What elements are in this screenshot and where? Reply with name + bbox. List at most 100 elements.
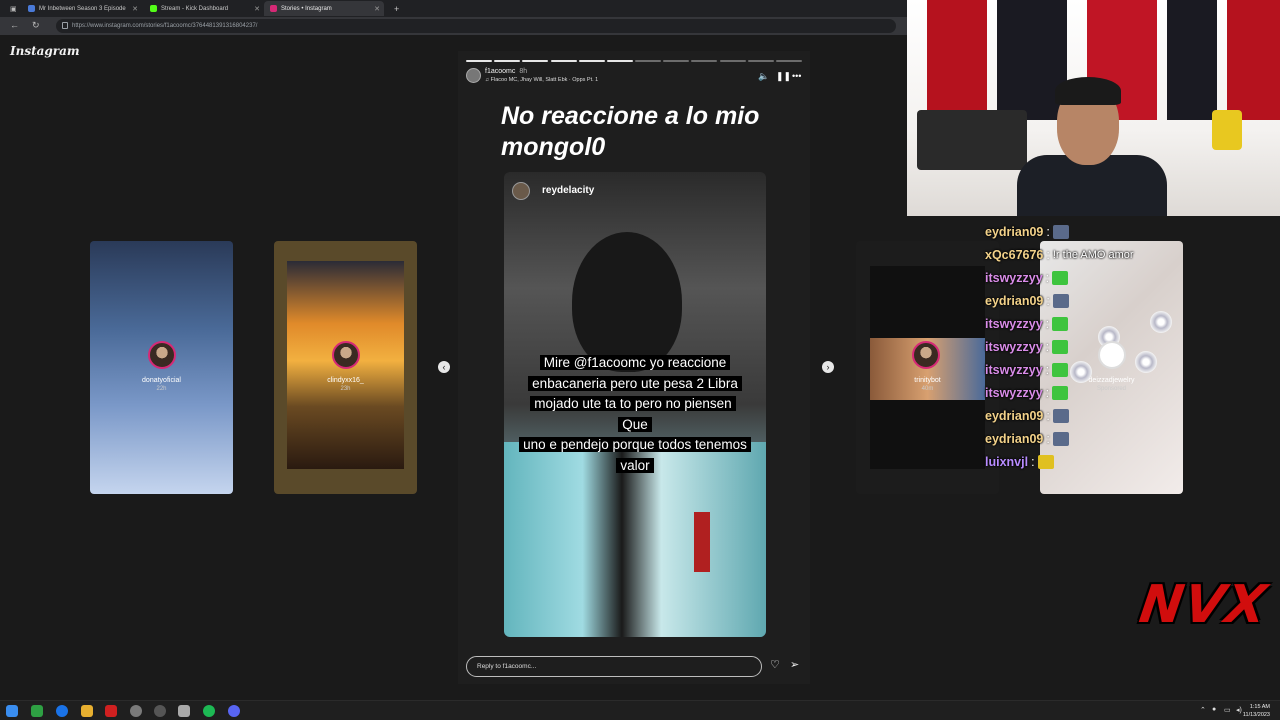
side-story-card[interactable]: clindyxx16_ 23h <box>274 241 417 494</box>
app-icon[interactable] <box>130 705 142 717</box>
chat-username[interactable]: eydrian09 <box>985 225 1043 239</box>
app-icon[interactable] <box>105 705 117 717</box>
chat-message: xQc67676: !r the AMO amor <box>985 245 1134 265</box>
mute-icon[interactable]: 🔈 <box>758 71 769 82</box>
reply-placeholder: Reply to f1acoomc... <box>477 663 537 670</box>
tab-label: Stories • Instagram <box>281 5 332 12</box>
send-icon[interactable]: ➢ <box>790 658 799 671</box>
chat-username[interactable]: eydrian09 <box>985 432 1043 446</box>
chat-username[interactable]: itswyzzyy <box>985 386 1043 400</box>
progress-segment <box>522 60 549 62</box>
chat-username[interactable]: luixnvjl <box>985 455 1028 469</box>
chat-separator: : <box>1046 432 1050 446</box>
windows-start-icon[interactable] <box>6 705 18 717</box>
close-tab-icon[interactable]: ✕ <box>254 5 260 13</box>
chat-separator: : <box>1031 455 1035 469</box>
chat-separator: : <box>1046 225 1050 239</box>
url-bar[interactable]: https://www.instagram.com/stories/f1acoo… <box>56 19 896 33</box>
reload-icon[interactable]: ↻ <box>32 20 40 31</box>
embedded-username: reydelacity <box>542 185 595 196</box>
app-icon[interactable] <box>178 705 190 717</box>
chat-message: itswyzzyy: <box>985 268 1069 288</box>
progress-segment <box>606 60 633 62</box>
clock-time: 1:15 AM <box>1249 704 1270 710</box>
story-title: No reaccione a lo mio mongol0 <box>501 102 760 161</box>
chat-username[interactable]: xQc67676 <box>985 248 1043 262</box>
caption-line: mojado ute ta to pero no piensen Que <box>530 396 736 432</box>
story-video[interactable]: reydelacity Mire @f1acoomc yo reaccione … <box>504 172 766 637</box>
chat-separator: : <box>1045 340 1050 354</box>
progress-segment <box>466 60 493 62</box>
more-options-icon[interactable]: ••• <box>792 71 801 81</box>
previous-story-icon[interactable]: ‹ <box>438 361 450 373</box>
tray-chevron-icon[interactable]: ⌃ <box>1200 706 1206 714</box>
chat-emote-icon <box>1052 409 1069 423</box>
progress-segment <box>719 60 746 62</box>
tab-instagram-stories[interactable]: Stories • Instagram ✕ <box>264 1 384 16</box>
progress-segment <box>691 60 718 62</box>
chat-message: itswyzzyy: <box>985 337 1069 357</box>
diamond-image <box>1150 311 1172 333</box>
chat-emote-icon <box>1037 455 1054 469</box>
spotify-icon[interactable] <box>203 705 215 717</box>
streamer <box>1017 55 1167 216</box>
chrome-icon[interactable] <box>56 705 68 717</box>
volume-icon[interactable]: ◂) <box>1236 706 1242 714</box>
caption-line: uno e pendejo porque todos tenemos <box>519 437 751 452</box>
chat-text: !r the AMO amor <box>1052 249 1134 261</box>
tab-label: Stream - Kick Dashboard <box>161 5 229 12</box>
avatar <box>512 182 530 200</box>
tab-menu-icon[interactable]: ▣ <box>4 1 18 16</box>
folder-icon[interactable] <box>81 705 93 717</box>
avatar <box>147 341 176 369</box>
network-icon[interactable]: ▭ <box>1224 706 1231 714</box>
chat-message: itswyzzyy: <box>985 360 1069 380</box>
close-tab-icon[interactable]: ✕ <box>132 5 138 13</box>
avatar <box>331 341 360 369</box>
avatar <box>912 341 940 369</box>
next-story-icon[interactable]: › <box>822 361 834 373</box>
tab-label: Mr Inbetween Season 3 Episode <box>39 5 126 12</box>
avatar[interactable] <box>466 68 481 83</box>
chat-emote-icon <box>1052 432 1069 446</box>
app-icon[interactable] <box>31 705 43 717</box>
chat-message: eydrian09: <box>985 429 1069 449</box>
progress-segment <box>550 60 577 62</box>
chat-message: itswyzzyy: <box>985 314 1069 334</box>
tab-mr-inbetween[interactable]: Mr Inbetween Season 3 Episode ✕ <box>22 1 142 16</box>
heart-icon[interactable]: ♡ <box>770 658 780 671</box>
instagram-logo[interactable]: Instagram <box>10 44 80 58</box>
discord-icon[interactable] <box>228 705 240 717</box>
tab-kick-dashboard[interactable]: Stream - Kick Dashboard ✕ <box>144 1 264 16</box>
chat-username[interactable]: itswyzzyy <box>985 317 1043 331</box>
chat-username[interactable]: itswyzzyy <box>985 271 1043 285</box>
chat-username[interactable]: eydrian09 <box>985 294 1043 308</box>
red-curtain <box>1227 0 1280 120</box>
chat-username[interactable]: eydrian09 <box>985 409 1043 423</box>
chat-username[interactable]: itswyzzyy <box>985 340 1043 354</box>
side-story-card[interactable]: trinitybot 40m <box>856 241 999 494</box>
close-tab-icon[interactable]: ✕ <box>374 5 380 13</box>
chat-emote-icon <box>1052 363 1069 377</box>
caption-line: enbacaneria pero ute pesa 2 Libra <box>528 375 742 391</box>
nvx-logo: NVX <box>1135 575 1272 635</box>
mic-icon[interactable]: ● <box>1212 706 1216 713</box>
story-author[interactable]: f1acoomc 8h <box>485 68 527 75</box>
chat-username[interactable]: itswyzzyy <box>985 363 1043 377</box>
pause-icon[interactable]: ❚❚ <box>776 71 791 82</box>
chat-separator: : <box>1045 317 1050 331</box>
clock-date: 11/13/2023 <box>1242 712 1270 718</box>
chat-emote-icon <box>1052 225 1069 239</box>
chat-separator: : <box>1046 294 1050 308</box>
reply-input[interactable]: Reply to f1acoomc... <box>466 656 762 677</box>
new-tab-button[interactable]: + <box>388 1 402 16</box>
system-clock[interactable]: 1:15 AM 11/13/2023 <box>1243 703 1270 719</box>
story-music[interactable]: ♫ Flacoo MC, Jhay Will, Slatt Ebk · Opps… <box>485 77 598 83</box>
back-icon[interactable]: ← <box>10 20 19 30</box>
lock-icon <box>62 22 68 29</box>
side-story-card[interactable]: donatyoficial 22h <box>90 241 233 494</box>
story-username: f1acoomc <box>485 68 516 75</box>
progress-segment <box>494 60 521 62</box>
app-icon[interactable] <box>154 705 166 717</box>
red-curtain <box>927 0 987 120</box>
